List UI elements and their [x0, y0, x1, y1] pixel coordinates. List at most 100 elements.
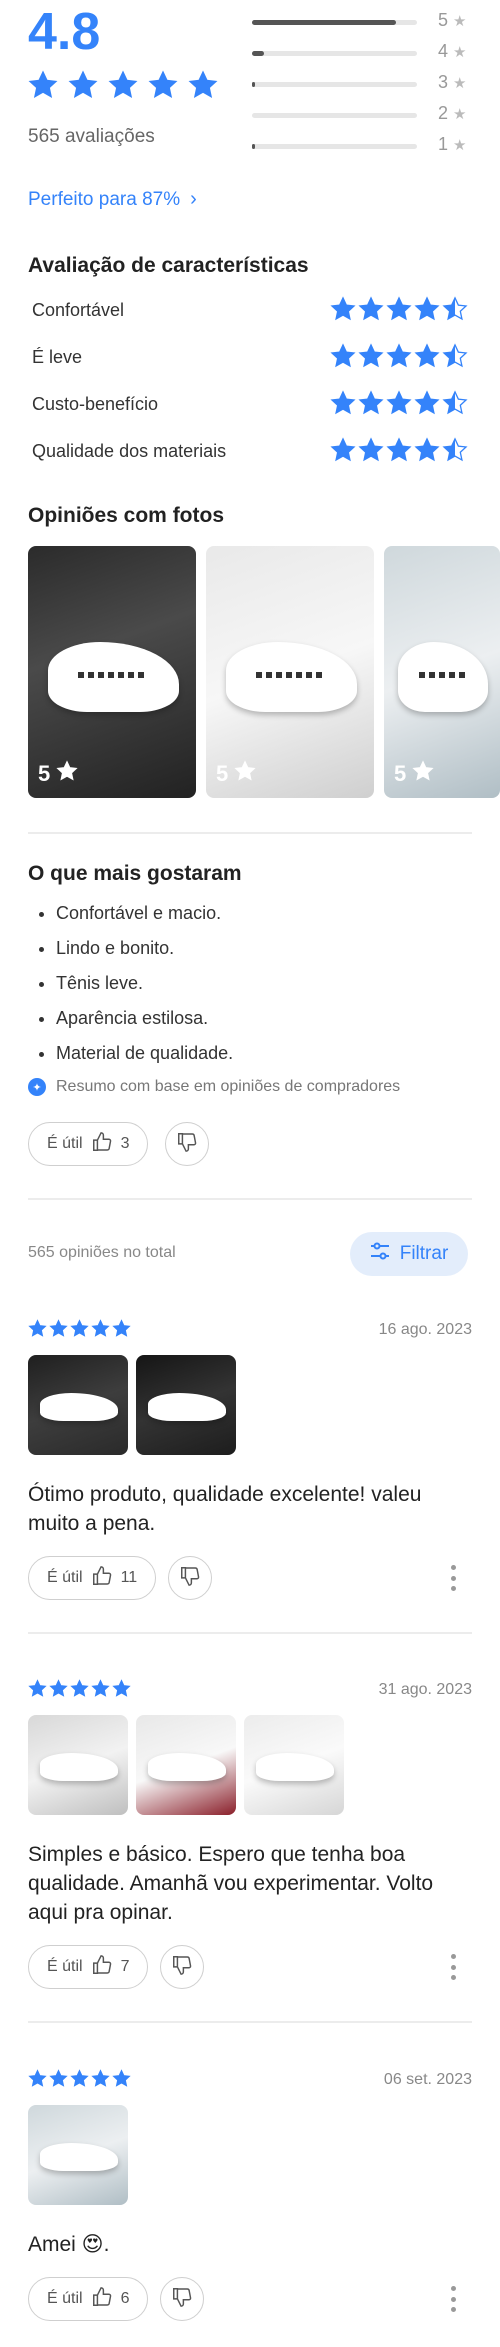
more-options-icon[interactable]	[450, 1565, 456, 1591]
star-icon	[234, 760, 256, 788]
highlight-item: Aparência estilosa.	[56, 1001, 233, 1036]
star-icon	[56, 760, 78, 788]
photo-rating-value: 5	[38, 761, 51, 786]
review-date: 16 ago. 2023	[378, 1321, 472, 1338]
distribution-bar	[252, 51, 417, 56]
shoe-image	[40, 2143, 118, 2171]
average-stars	[28, 70, 222, 100]
thumbs-up-icon	[91, 1565, 113, 1592]
star-icon	[358, 343, 384, 369]
review-photo[interactable]: 5	[206, 546, 374, 798]
highlight-item: Confortável e macio.	[56, 896, 233, 931]
divider	[28, 832, 472, 834]
thumbs-down-icon	[171, 2286, 193, 2313]
useful-label: É útil	[47, 1958, 83, 1975]
not-useful-button[interactable]	[165, 1122, 209, 1166]
distribution-label: 5 ★	[438, 10, 466, 31]
useful-button[interactable]: É útil 3	[28, 1122, 149, 1166]
useful-label: É útil	[47, 2290, 83, 2307]
photo-rating-value: 5	[216, 761, 229, 786]
review-photo[interactable]	[28, 1715, 128, 1815]
ai-summary-icon: ✦	[28, 1078, 46, 1096]
feature-label: Confortável	[32, 300, 125, 320]
star-icon	[414, 437, 440, 463]
useful-count: 7	[120, 1958, 130, 1975]
review-photo[interactable]	[136, 1355, 236, 1455]
photo-rating: 5	[38, 760, 78, 788]
divider	[28, 1632, 472, 1634]
star-icon	[28, 1319, 47, 1338]
distribution-bar-fill	[252, 51, 264, 56]
distribution-bar	[252, 20, 417, 25]
filter-label: Filtrar	[399, 1243, 449, 1264]
star-small-icon: ★	[453, 75, 467, 92]
distribution-label: 3 ★	[438, 72, 466, 93]
features-title: Avaliação de características	[28, 254, 309, 277]
star-icon	[442, 343, 468, 369]
star-icon	[108, 70, 138, 100]
review-photo[interactable]: 5	[28, 546, 196, 798]
filter-button[interactable]: Filtrar	[350, 1232, 468, 1276]
feature-label: Qualidade dos materiais	[32, 441, 227, 461]
more-options-icon[interactable]	[450, 2286, 456, 2312]
useful-button[interactable]: É útil 7	[28, 1945, 149, 1989]
photo-rating-value: 5	[394, 761, 407, 786]
review-stars	[28, 2069, 133, 2088]
not-useful-button[interactable]	[160, 1945, 204, 1989]
star-icon	[412, 760, 434, 788]
review-text: Amei 😍.	[28, 2233, 110, 2256]
shoe-image	[256, 1753, 334, 1781]
review-photo[interactable]	[28, 1355, 128, 1455]
photo-rating: 5	[216, 760, 256, 788]
fit-link[interactable]: Perfeito para 87% ›	[28, 188, 197, 211]
star-icon	[148, 70, 178, 100]
more-options-icon[interactable]	[450, 1954, 456, 1980]
shoe-image	[40, 1753, 118, 1781]
star-icon	[330, 390, 356, 416]
not-useful-button[interactable]	[168, 1556, 212, 1600]
not-useful-button[interactable]	[160, 2277, 204, 2321]
star-icon	[28, 2069, 47, 2088]
star-icon	[414, 390, 440, 416]
thumbs-down-icon	[179, 1565, 201, 1592]
star-icon	[91, 1679, 110, 1698]
star-small-icon: ★	[453, 13, 467, 30]
star-small-icon: ★	[453, 137, 467, 154]
review-photo[interactable]	[136, 1715, 236, 1815]
useful-button[interactable]: É útil 6	[28, 2277, 149, 2321]
summary-note-text: Resumo com base em opiniões de comprador…	[56, 1078, 401, 1095]
star-icon	[386, 296, 412, 322]
star-icon	[70, 1319, 89, 1338]
photo-rating: 5	[394, 760, 434, 788]
highlight-item: Material de qualidade.	[56, 1036, 233, 1071]
useful-button[interactable]: É útil 11	[28, 1556, 157, 1600]
star-icon	[386, 437, 412, 463]
distribution-bar-fill	[252, 144, 256, 149]
star-icon	[91, 2069, 110, 2088]
review-count: 565 avaliações	[28, 126, 155, 147]
review-date: 06 set. 2023	[383, 2071, 472, 2088]
divider	[28, 2021, 472, 2023]
distribution-bar	[252, 82, 417, 87]
star-icon	[358, 390, 384, 416]
shoe-stripes	[78, 672, 146, 678]
star-icon	[358, 437, 384, 463]
photos-title: Opiniões com fotos	[28, 504, 225, 527]
review-photo[interactable]	[244, 1715, 344, 1815]
review-photo[interactable]	[28, 2105, 128, 2205]
star-icon	[386, 390, 412, 416]
review-text: Simples e básico. Espero que tenha boa q…	[28, 1843, 434, 1924]
star-icon	[112, 1319, 131, 1338]
star-icon	[70, 1679, 89, 1698]
star-icon	[442, 390, 468, 416]
distribution-stars: 1	[438, 134, 449, 154]
review-photo[interactable]: 5	[384, 546, 500, 798]
divider	[28, 1198, 472, 1200]
star-icon	[188, 70, 218, 100]
distribution-label: 2 ★	[438, 103, 466, 124]
feature-stars	[330, 343, 470, 369]
star-icon	[386, 343, 412, 369]
feature-stars	[330, 296, 470, 322]
review-stars	[28, 1679, 133, 1698]
distribution-bar-fill	[252, 82, 256, 87]
